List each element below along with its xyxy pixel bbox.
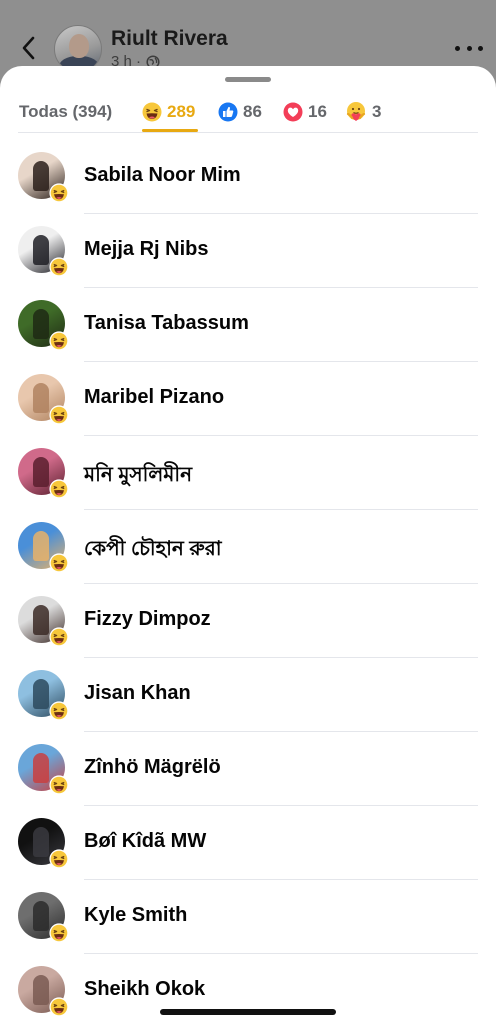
like-reaction-icon — [218, 102, 238, 122]
list-item[interactable]: Zînhö Mägrëlö — [0, 732, 496, 806]
tab-care-count: 3 — [372, 102, 382, 121]
more-options-button[interactable] — [455, 38, 483, 58]
haha-reaction-icon — [49, 331, 69, 351]
tab-care[interactable]: 3 — [345, 92, 381, 132]
tab-haha[interactable]: 289 — [142, 92, 195, 132]
list-item[interactable]: Mejja Rj Nibs — [0, 214, 496, 288]
tab-all-label: Todas (394) — [19, 102, 113, 121]
tab-love-count: 16 — [308, 102, 327, 121]
person-name[interactable]: মনি মুসলিমীন — [84, 460, 192, 493]
chevron-left-icon — [22, 36, 35, 60]
person-name[interactable]: Maribel Pizano — [84, 386, 224, 409]
tab-love[interactable]: 16 — [283, 92, 327, 132]
person-name[interactable]: Sabila Noor Mim — [84, 164, 241, 187]
list-item[interactable]: Sabila Noor Mim — [0, 140, 496, 214]
haha-reaction-icon — [49, 257, 69, 277]
haha-reaction-icon — [49, 849, 69, 869]
person-name[interactable]: Kyle Smith — [84, 904, 187, 927]
list-item[interactable]: মনি মুসলিমীন — [0, 436, 496, 510]
person-name[interactable]: Jisan Khan — [84, 682, 191, 705]
reaction-tabs: Todas (394) 289 86 16 3 — [0, 92, 496, 132]
person-name[interactable]: Tanisa Tabassum — [84, 312, 249, 335]
haha-reaction-icon — [49, 775, 69, 795]
haha-reaction-icon — [49, 479, 69, 499]
tabs-divider — [18, 132, 478, 133]
love-reaction-icon — [283, 102, 303, 122]
reactions-list: Sabila Noor Mim Mejja Rj Nibs Tanisa Tab… — [0, 140, 496, 1024]
haha-reaction-icon — [49, 405, 69, 425]
care-reaction-icon — [346, 102, 366, 121]
haha-reaction-icon — [49, 553, 69, 573]
haha-reaction-icon — [142, 102, 162, 122]
list-item[interactable]: Bøî Kîdã MW — [0, 806, 496, 880]
back-button[interactable] — [14, 34, 42, 62]
haha-reaction-icon — [49, 701, 69, 721]
tab-like[interactable]: 86 — [218, 92, 262, 132]
author-name[interactable]: Riult Rivera — [111, 27, 228, 51]
list-item[interactable]: Maribel Pizano — [0, 362, 496, 436]
sheet-grabber[interactable] — [225, 77, 271, 82]
person-name[interactable]: Fizzy Dimpoz — [84, 608, 211, 631]
tab-like-count: 86 — [243, 102, 262, 121]
person-name[interactable]: Mejja Rj Nibs — [84, 238, 208, 261]
more-horizontal-icon — [455, 45, 460, 51]
haha-reaction-icon — [49, 923, 69, 943]
reactions-sheet: Todas (394) 289 86 16 3 Sabila Noor Mim … — [0, 66, 496, 1024]
list-item[interactable]: Tanisa Tabassum — [0, 288, 496, 362]
haha-reaction-icon — [49, 183, 69, 203]
list-item[interactable]: Jisan Khan — [0, 658, 496, 732]
home-indicator — [160, 1009, 336, 1015]
tab-all[interactable]: Todas (394) — [19, 92, 112, 132]
person-name[interactable]: কেপী চৌহান রুরা — [84, 534, 222, 567]
list-item[interactable]: Kyle Smith — [0, 880, 496, 954]
haha-reaction-icon — [49, 627, 69, 647]
tab-haha-count: 289 — [167, 102, 196, 121]
person-name[interactable]: Sheikh Okok — [84, 978, 205, 1001]
list-item[interactable]: কেপী চৌহান রুরা — [0, 510, 496, 584]
list-item[interactable]: Fizzy Dimpoz — [0, 584, 496, 658]
haha-reaction-icon — [49, 997, 69, 1017]
person-name[interactable]: Bøî Kîdã MW — [84, 830, 206, 853]
person-name[interactable]: Zînhö Mägrëlö — [84, 756, 221, 779]
